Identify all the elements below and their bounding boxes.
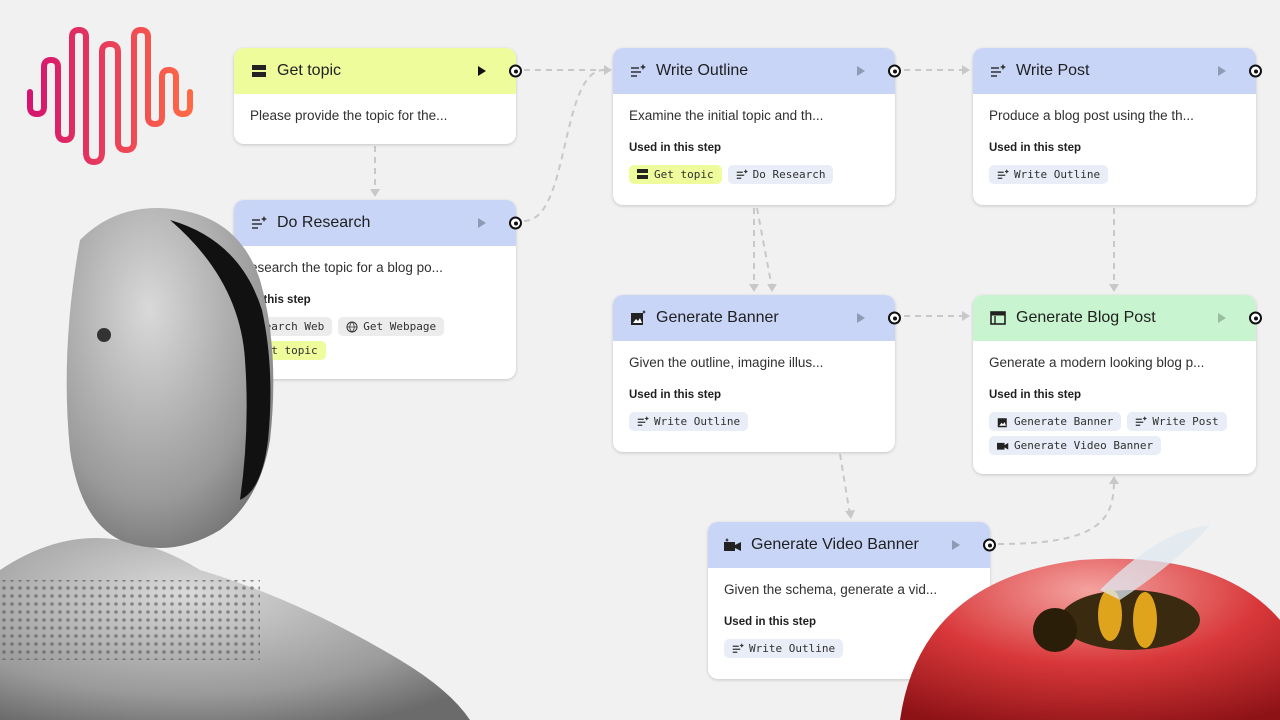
image-sparkle-icon bbox=[629, 309, 647, 327]
chip-list: Write Outline bbox=[989, 165, 1240, 184]
input-icon bbox=[637, 168, 649, 181]
output-port[interactable] bbox=[1249, 311, 1262, 325]
node-header[interactable]: Generate Banner bbox=[613, 295, 901, 341]
chip-write-outline[interactable]: Write Outline bbox=[724, 639, 844, 658]
video-sparkle-icon bbox=[724, 536, 742, 554]
run-button[interactable] bbox=[478, 66, 486, 76]
chip-list: Write Outline bbox=[629, 412, 879, 431]
chip-list: Get topic Do Research bbox=[629, 165, 879, 184]
output-port[interactable] bbox=[509, 216, 522, 230]
node-header[interactable]: Write Outline bbox=[613, 48, 901, 94]
chip-list: Generate Banner Write Post Generate Vide… bbox=[989, 412, 1240, 455]
bee-on-apple-image bbox=[900, 525, 1280, 720]
chip-write-post[interactable]: Write Post bbox=[1127, 412, 1227, 431]
chip-generate-banner[interactable]: Generate Banner bbox=[989, 412, 1122, 431]
node-header[interactable]: Write Post bbox=[973, 48, 1262, 94]
used-in-step-label: Used in this step bbox=[989, 389, 1082, 401]
output-port[interactable] bbox=[1249, 64, 1262, 78]
node-write-outline[interactable]: Write Outline Examine the initial topic … bbox=[613, 48, 901, 205]
sparkle-lines-icon bbox=[732, 642, 744, 655]
run-button[interactable] bbox=[857, 66, 865, 76]
wire-do-research-to-write-outline bbox=[523, 69, 605, 222]
run-button[interactable] bbox=[857, 313, 865, 323]
node-generate-blog-post[interactable]: Generate Blog Post Generate a modern loo… bbox=[973, 295, 1262, 474]
run-button[interactable] bbox=[1218, 313, 1226, 323]
soundwave-logo-icon bbox=[27, 27, 193, 165]
node-write-post[interactable]: Write Post Produce a blog post using the… bbox=[973, 48, 1262, 205]
node-generate-banner[interactable]: Generate Banner Given the outline, imagi… bbox=[613, 295, 901, 452]
video-sparkle-icon bbox=[997, 440, 1009, 452]
input-icon bbox=[250, 62, 268, 80]
node-description: Examine the initial topic and th... bbox=[629, 108, 824, 123]
wire-outline-to-video-banner bbox=[839, 453, 851, 516]
node-title: Get topic bbox=[277, 62, 342, 79]
node-description: Given the outline, imagine illus... bbox=[629, 355, 824, 370]
chip-write-outline[interactable]: Write Outline bbox=[629, 412, 749, 431]
used-in-step-label: Used in this step bbox=[629, 142, 722, 154]
chip-generate-video-banner[interactable]: Generate Video Banner bbox=[989, 436, 1162, 455]
chip-write-outline[interactable]: Write Outline bbox=[989, 165, 1109, 184]
node-header[interactable]: Get topic bbox=[234, 48, 522, 94]
chip-get-topic[interactable]: Get topic bbox=[629, 165, 722, 184]
sparkle-lines-icon bbox=[736, 168, 748, 181]
used-in-step-label: Used in this step bbox=[989, 142, 1082, 154]
image-sparkle-icon bbox=[997, 416, 1009, 428]
web-layout-icon bbox=[989, 309, 1007, 327]
node-title: Generate Blog Post bbox=[1016, 309, 1156, 326]
node-description: Generate a modern looking blog p... bbox=[989, 355, 1205, 370]
run-button[interactable] bbox=[1218, 66, 1226, 76]
output-port[interactable] bbox=[509, 64, 522, 78]
node-title: Generate Banner bbox=[656, 309, 779, 326]
output-port[interactable] bbox=[888, 311, 901, 325]
node-title: Write Outline bbox=[656, 62, 749, 79]
sparkle-lines-icon bbox=[989, 62, 1007, 80]
used-in-step-label: Used in this step bbox=[629, 389, 722, 401]
node-header[interactable]: Generate Blog Post bbox=[973, 295, 1262, 341]
node-description: Produce a blog post using the th... bbox=[989, 108, 1194, 123]
node-title: Write Post bbox=[1016, 62, 1090, 79]
wire-write-outline-to-generate-banner-2 bbox=[756, 207, 773, 289]
node-get-topic[interactable]: Get topic Please provide the topic for t… bbox=[234, 48, 522, 144]
node-description: Please provide the topic for the... bbox=[250, 108, 448, 123]
output-port[interactable] bbox=[888, 64, 901, 78]
sparkle-lines-icon bbox=[637, 415, 649, 428]
sparkle-lines-icon bbox=[1135, 415, 1148, 428]
sparkle-lines-icon bbox=[629, 62, 647, 80]
robot-figure-image bbox=[0, 208, 470, 720]
sparkle-lines-icon bbox=[997, 168, 1009, 181]
chip-do-research[interactable]: Do Research bbox=[727, 165, 834, 184]
